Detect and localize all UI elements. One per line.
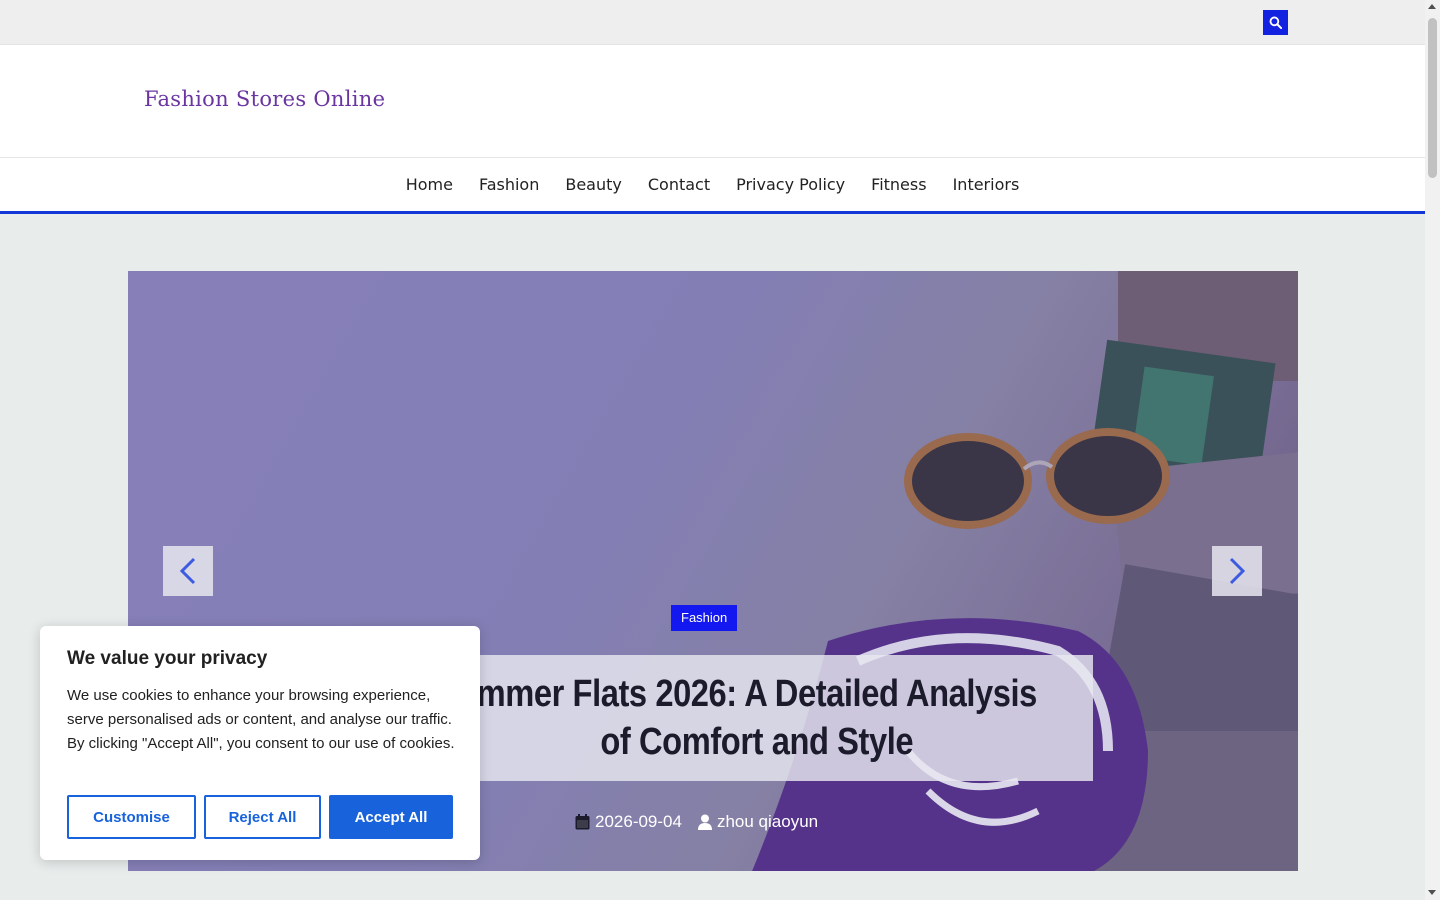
- accept-all-button[interactable]: Accept All: [329, 795, 453, 839]
- nav-item-beauty[interactable]: Beauty: [565, 175, 622, 194]
- post-meta: 2026-09-04 zhou qiaoyun: [575, 812, 834, 832]
- customise-button[interactable]: Customise: [67, 795, 196, 839]
- post-author-text: zhou qiaoyun: [716, 812, 819, 831]
- main-navigation: Home Fashion Beauty Contact Privacy Poli…: [0, 158, 1425, 214]
- cookie-description: We use cookies to enhance your browsing …: [67, 687, 455, 752]
- reject-all-button[interactable]: Reject All: [204, 795, 321, 839]
- scrollbar-thumb[interactable]: [1428, 18, 1437, 178]
- top-bar: [0, 0, 1425, 45]
- search-icon: [1269, 16, 1282, 29]
- hero-title-box: mmer Flats 2026: A Detailed Analysis of …: [420, 655, 1093, 781]
- nav-item-contact[interactable]: Contact: [648, 175, 710, 194]
- hero-title-line-1: mmer Flats 2026: A Detailed Analysis: [476, 673, 1037, 715]
- slider-prev-button[interactable]: [163, 546, 213, 596]
- cookie-heading: We value your privacy: [67, 648, 268, 669]
- nav-item-home[interactable]: Home: [406, 175, 453, 194]
- chevron-left-icon: [179, 557, 196, 585]
- hero-title[interactable]: mmer Flats 2026: A Detailed Analysis of …: [476, 670, 1037, 766]
- search-button[interactable]: [1263, 10, 1288, 35]
- user-icon: [697, 814, 712, 830]
- nav-item-fitness[interactable]: Fitness: [871, 175, 926, 194]
- cookie-consent-banner: We value your privacy We use cookies to …: [40, 626, 480, 860]
- category-badge[interactable]: Fashion: [671, 605, 738, 631]
- site-header: Fashion Stores Online: [0, 45, 1425, 158]
- calendar-icon: [575, 814, 590, 830]
- page-scrollbar[interactable]: [1425, 0, 1440, 900]
- nav-item-privacy-policy[interactable]: Privacy Policy: [736, 175, 845, 194]
- nav-item-interiors[interactable]: Interiors: [953, 175, 1020, 194]
- scroll-down-arrow-icon[interactable]: [1428, 890, 1436, 895]
- site-title[interactable]: Fashion Stores Online: [144, 87, 385, 111]
- post-author[interactable]: zhou qiaoyun: [697, 812, 819, 832]
- nav-item-fashion[interactable]: Fashion: [479, 175, 539, 194]
- post-date[interactable]: 2026-09-04: [575, 812, 682, 832]
- chevron-right-icon: [1229, 557, 1246, 585]
- hero-title-line-2: of Comfort and Style: [600, 721, 913, 763]
- post-date-text: 2026-09-04: [595, 812, 682, 831]
- scroll-up-arrow-icon[interactable]: [1428, 4, 1436, 9]
- slider-next-button[interactable]: [1212, 546, 1262, 596]
